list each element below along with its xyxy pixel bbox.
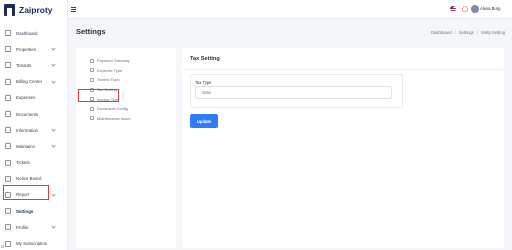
sidebar-item-my-subscription[interactable]: My Subscription <box>0 235 67 250</box>
sidebar-item-label: Profile <box>16 224 29 230</box>
sidebar-item-billing-center[interactable]: Billing Center <box>0 74 67 90</box>
sidebar-item-tickets[interactable]: Tickets <box>0 155 67 171</box>
breadcrumb-separator: / <box>454 30 456 35</box>
sidebar-item-expenses[interactable]: Expenses <box>0 90 67 106</box>
breadcrumb: Dashboard / Settings / Smtp Setting <box>431 30 505 35</box>
sidebar-item-information[interactable]: Information <box>0 122 67 138</box>
menu-item-icon <box>90 106 94 111</box>
chevron-down-icon <box>51 62 56 67</box>
sidebar-item-label: Notice Board <box>16 176 42 182</box>
breadcrumb-separator: / <box>476 30 479 35</box>
user-name[interactable]: Alexa Burg <box>480 6 500 11</box>
breadcrumb-current: Smtp Setting <box>481 30 505 35</box>
breadcrumb-dashboard[interactable]: Dashboard <box>431 30 452 35</box>
sidebar-item-label: Billing Center <box>16 79 43 85</box>
notice-icon <box>5 175 11 182</box>
sidebar: Zaiproty Dashboard Properties Tenants Billi… <box>0 0 68 250</box>
sidebar-item-label: Settings <box>16 208 34 214</box>
sidebar-item-label: Tickets <box>16 160 30 166</box>
content-title: Tax Setting <box>190 55 220 62</box>
hamburger-menu-icon[interactable] <box>71 7 76 12</box>
building-icon <box>5 46 11 53</box>
sidebar-item-maintains[interactable]: Maintains <box>0 138 67 154</box>
settings-menu-payment-gateway[interactable]: Payment Gateway <box>76 56 176 66</box>
sidebar-item-tenants[interactable]: Tenants <box>0 57 67 73</box>
page-title: Settings <box>76 27 106 36</box>
us-flag-icon[interactable] <box>450 6 456 12</box>
tax-setting-highlight <box>78 89 119 102</box>
content-card: Tax Setting Tax Type Vatio Update <box>182 48 504 248</box>
gear-icon <box>5 208 11 215</box>
chevron-down-icon <box>51 192 56 197</box>
settings-menu-label: Tickets Topic <box>97 77 120 83</box>
chevron-down-icon <box>51 127 56 132</box>
sidebar-item-label: Properties <box>16 46 37 52</box>
sidebar-item-label: My Subscription <box>16 241 48 247</box>
tools-icon <box>5 143 11 150</box>
settings-menu-tickets-topic[interactable]: Tickets Topic <box>76 75 176 85</box>
sidebar-item-label: Information <box>16 127 38 133</box>
app-logo[interactable]: Zaiproty <box>0 0 67 19</box>
settings-menu-card: Payment Gateway Expense Type Tickets Topic… <box>76 48 176 248</box>
settings-menu-label: Document Config <box>97 106 128 112</box>
settings-menu-label: Maintenance Issue <box>97 115 131 121</box>
settings-menu-label: Expense Type <box>97 67 123 73</box>
subscription-icon <box>5 240 11 247</box>
sidebar-item-label: Expenses <box>16 95 36 101</box>
tax-type-box: Tax Type Vatio <box>190 74 403 108</box>
gear-icon[interactable] <box>462 6 468 12</box>
topbar: Alexa Burg <box>68 0 512 19</box>
tax-type-select[interactable]: Vatio <box>195 86 392 99</box>
avatar[interactable] <box>471 5 479 13</box>
expenses-icon <box>5 94 11 101</box>
sidebar-item-settings[interactable]: Settings <box>0 203 67 219</box>
breadcrumb-settings[interactable]: Settings <box>459 30 474 35</box>
documents-icon <box>5 111 11 118</box>
chevron-down-icon <box>51 224 56 229</box>
menu-item-icon <box>90 116 94 121</box>
menu-item-icon <box>90 68 94 73</box>
content-header: Tax Setting <box>182 48 504 70</box>
billing-icon <box>5 78 11 85</box>
corner-mark: ⊡ <box>1 244 5 249</box>
dashboard-icon <box>5 30 11 37</box>
sidebar-item-profile[interactable]: Profile <box>0 219 67 235</box>
menu-item-icon <box>90 77 94 82</box>
update-button[interactable]: Update <box>190 114 218 128</box>
tax-type-value: Vatio <box>202 90 212 95</box>
settings-menu: Payment Gateway Expense Type Tickets Topic… <box>76 48 176 123</box>
sidebar-item-properties[interactable]: Properties <box>0 41 67 57</box>
sidebar-item-dashboard[interactable]: Dashboard <box>0 25 67 41</box>
ticket-icon <box>5 159 11 166</box>
chevron-down-icon <box>51 78 56 84</box>
chevron-down-icon <box>51 143 56 148</box>
sidebar-item-label: Tenants <box>16 62 32 68</box>
settings-menu-maintenance-issue[interactable]: Maintenance Issue <box>76 114 176 124</box>
info-icon <box>5 127 11 134</box>
settings-menu-label: Payment Gateway <box>97 58 130 64</box>
sidebar-item-label: Maintains <box>16 143 35 149</box>
users-icon <box>5 62 11 69</box>
chevron-down-icon <box>51 46 56 51</box>
brand-name: Zaiproty <box>19 4 53 15</box>
sidebar-item-label: Dashboard <box>16 30 38 36</box>
settings-menu-document-config[interactable]: Document Config <box>76 104 176 114</box>
tax-type-label: Tax Type <box>195 80 212 85</box>
sidebar-item-label: Documents <box>16 111 39 117</box>
sidebar-item-documents[interactable]: Documents <box>0 106 67 122</box>
profile-icon <box>5 224 11 231</box>
menu-item-icon <box>90 58 94 63</box>
sidebar-nav: Dashboard Properties Tenants Billing Center… <box>0 25 67 250</box>
logo-icon <box>4 3 15 16</box>
settings-highlight <box>3 185 49 200</box>
settings-menu-expense-type[interactable]: Expense Type <box>76 66 176 76</box>
